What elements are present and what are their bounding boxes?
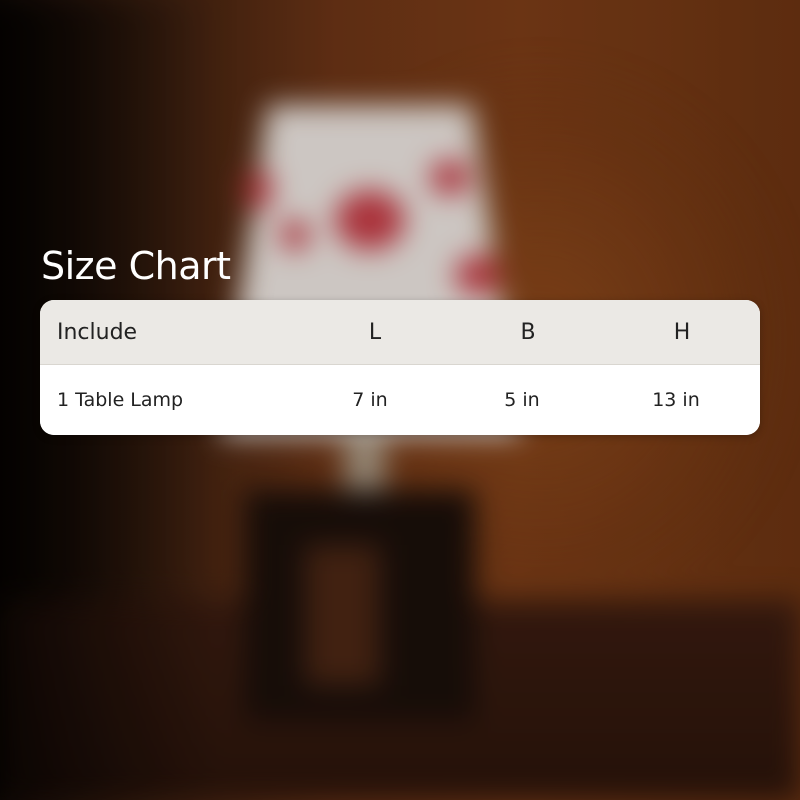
size-chart-page: Size Chart Include L B H 1 Table Lamp 7 … bbox=[0, 0, 800, 800]
cell-breadth: 5 in bbox=[504, 389, 540, 411]
table-row: 1 Table Lamp 7 in 5 in 13 in bbox=[40, 365, 760, 435]
size-table: Include L B H 1 Table Lamp 7 in 5 in 13 … bbox=[40, 300, 760, 435]
cell-length: 7 in bbox=[352, 389, 388, 411]
header-height: H bbox=[673, 319, 691, 345]
cell-item: 1 Table Lamp bbox=[57, 389, 184, 411]
cell-height: 13 in bbox=[652, 389, 700, 411]
table-header-row: Include L B H bbox=[40, 300, 760, 365]
header-length: L bbox=[368, 319, 382, 345]
header-breadth: B bbox=[520, 319, 536, 345]
size-chart-title: Size Chart bbox=[41, 244, 231, 288]
header-include: Include bbox=[57, 319, 138, 345]
